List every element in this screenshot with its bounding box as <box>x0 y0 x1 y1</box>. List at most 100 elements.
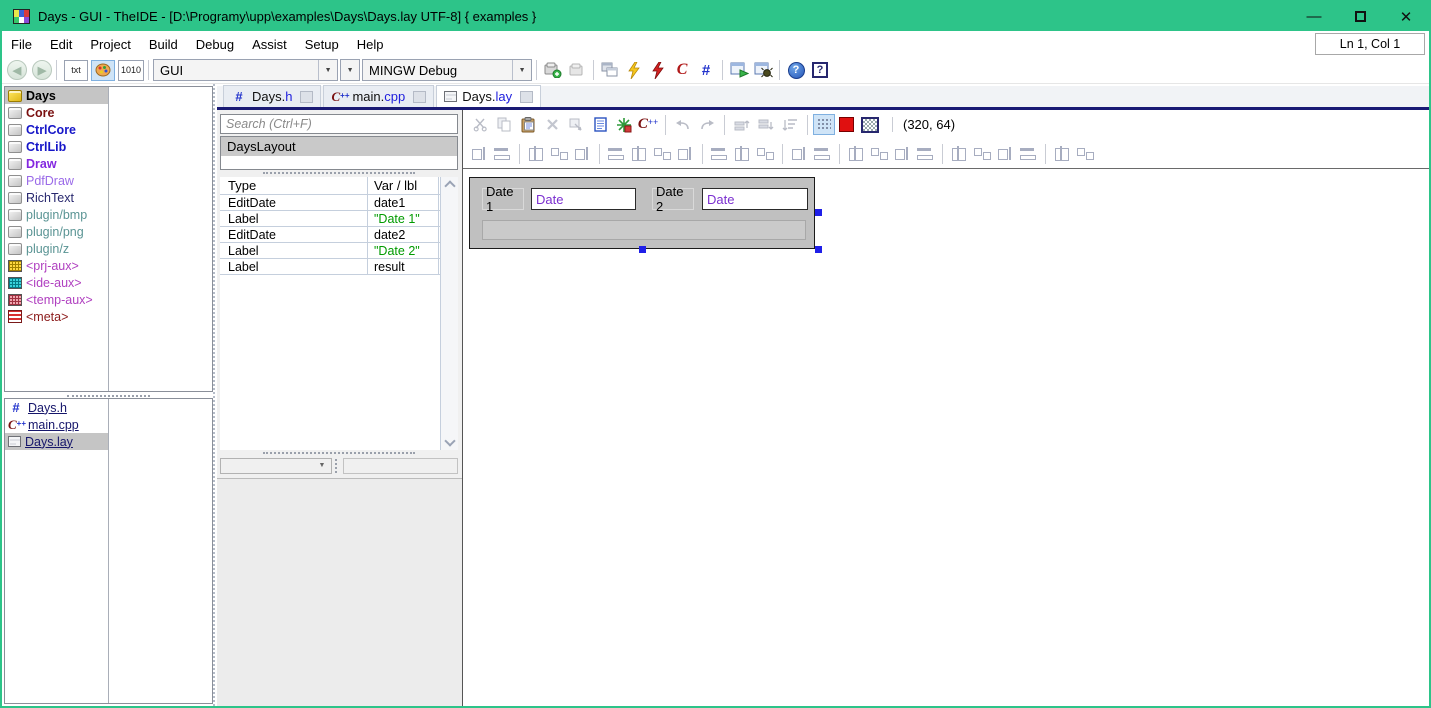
move-left-button[interactable] <box>468 144 491 164</box>
package-item[interactable]: <meta> <box>5 308 108 325</box>
menu-assist[interactable]: Assist <box>243 33 296 56</box>
menu-build[interactable]: Build <box>140 33 187 56</box>
designer-mode-button[interactable] <box>91 60 115 81</box>
sort-button[interactable] <box>778 114 802 136</box>
paste-button[interactable] <box>516 114 540 136</box>
package-item[interactable]: Core <box>5 104 108 121</box>
menu-file[interactable]: File <box>2 33 41 56</box>
column-type[interactable]: Type <box>220 177 368 194</box>
file-item[interactable]: main.cpp <box>5 416 108 433</box>
column-var-lbl[interactable]: Var / lbl <box>368 177 439 194</box>
date1-edit-field[interactable]: Date <box>531 188 636 210</box>
table-row[interactable]: Labelresult <box>220 259 458 275</box>
run-button[interactable] <box>727 59 751 81</box>
add-package-button[interactable] <box>541 59 565 81</box>
move-up-button[interactable] <box>730 114 754 136</box>
minimize-button[interactable]: — <box>1291 2 1337 31</box>
scroll-up-icon[interactable] <box>444 180 455 191</box>
package-item[interactable]: CtrlLib <box>5 138 108 155</box>
menu-debug[interactable]: Debug <box>187 33 243 56</box>
context-help-button[interactable]: ? <box>808 59 832 81</box>
package-button[interactable] <box>565 59 589 81</box>
same-height-button[interactable] <box>731 144 754 164</box>
h-space-equally-button[interactable] <box>845 144 868 164</box>
resize-handle-corner[interactable] <box>815 246 822 253</box>
chevron-down-icon[interactable]: ▼ <box>313 462 331 469</box>
build-method-combobox[interactable]: MINGW Debug ▼ <box>362 59 532 81</box>
same-width-button[interactable] <box>708 144 731 164</box>
center-vertically-button[interactable] <box>811 144 834 164</box>
tab-close-icon[interactable] <box>413 91 426 103</box>
align-h-centers-button[interactable] <box>548 144 571 164</box>
tab-main.cpp[interactable]: main.cpp <box>323 85 434 107</box>
text-mode-button[interactable]: txt <box>64 60 88 81</box>
property-combobox[interactable]: ▼ <box>220 458 332 474</box>
tab-days.h[interactable]: Days.h <box>223 85 321 107</box>
status-color-button[interactable] <box>839 117 854 132</box>
package-item[interactable]: PdfDraw <box>5 172 108 189</box>
layout-search-input[interactable]: Search (Ctrl+F) <box>220 114 458 134</box>
move-right-button[interactable] <box>491 144 514 164</box>
table-row[interactable]: EditDatedate1 <box>220 195 458 211</box>
hex-mode-button[interactable]: 1010 <box>118 60 144 81</box>
menu-project[interactable]: Project <box>81 33 139 56</box>
tab-days.lay[interactable]: Days.lay <box>436 85 541 107</box>
grid-distribute-button[interactable] <box>1051 144 1074 164</box>
resize-handle-right[interactable] <box>815 209 822 216</box>
export-project-button[interactable] <box>598 59 622 81</box>
layout-list-item[interactable]: DaysLayout <box>221 137 457 156</box>
copy-button[interactable] <box>492 114 516 136</box>
tab-close-icon[interactable] <box>520 91 533 103</box>
package-item[interactable]: <ide-aux> <box>5 274 108 291</box>
package-item[interactable]: RichText <box>5 189 108 206</box>
grid-center-button[interactable] <box>1074 144 1097 164</box>
layout-panel-splitter[interactable] <box>220 170 458 177</box>
widget-table-scrollbar[interactable] <box>440 177 458 450</box>
undo-button[interactable] <box>671 114 695 136</box>
test-layout-button[interactable] <box>612 114 636 136</box>
align-left-edges-button[interactable] <box>525 144 548 164</box>
package-item[interactable]: CtrlCore <box>5 121 108 138</box>
copy-layout-button[interactable] <box>588 114 612 136</box>
navigate-back-button[interactable]: ◀ <box>7 60 27 80</box>
result-label[interactable] <box>482 220 806 240</box>
compile-file-button[interactable]: C <box>670 59 694 81</box>
build-method-dropdown-button[interactable]: ▼ <box>340 59 360 81</box>
v-space-bottom-button[interactable] <box>994 144 1017 164</box>
v-space-remove-button[interactable] <box>1017 144 1040 164</box>
skin-preview-button[interactable] <box>861 117 879 133</box>
combo-row-splitter[interactable] <box>335 459 341 473</box>
help-button[interactable]: ? <box>784 59 808 81</box>
redo-button[interactable] <box>695 114 719 136</box>
package-item[interactable]: <prj-aux> <box>5 257 108 274</box>
package-item[interactable]: plugin/png <box>5 223 108 240</box>
grid-toggle-button[interactable] <box>813 114 835 135</box>
table-row[interactable]: Label"Date 2" <box>220 243 458 259</box>
h-space-right-button[interactable] <box>891 144 914 164</box>
h-space-remove-button[interactable] <box>914 144 937 164</box>
same-size-button[interactable] <box>754 144 777 164</box>
align-right-edges-button[interactable] <box>571 144 594 164</box>
rebuild-button[interactable] <box>646 59 670 81</box>
align-v-centers-button[interactable] <box>628 144 651 164</box>
main-config-combobox[interactable]: GUI ▼ <box>153 59 338 81</box>
delete-button[interactable] <box>540 114 564 136</box>
package-item[interactable]: plugin/bmp <box>5 206 108 223</box>
duplicate-button[interactable] <box>564 114 588 136</box>
label-align-button[interactable] <box>674 144 697 164</box>
date2-label[interactable]: Date 2 <box>652 188 694 210</box>
maximize-button[interactable] <box>1337 2 1383 31</box>
table-row[interactable]: EditDatedate2 <box>220 227 458 243</box>
package-item[interactable]: Days <box>5 87 108 104</box>
align-top-edges-button[interactable] <box>605 144 628 164</box>
preprocess-button[interactable]: # <box>694 59 718 81</box>
file-item[interactable]: Days.h <box>5 399 108 416</box>
package-item[interactable]: <temp-aux> <box>5 291 108 308</box>
package-item[interactable]: Draw <box>5 155 108 172</box>
property-value-field[interactable] <box>343 458 458 474</box>
v-space-equally-button[interactable] <box>948 144 971 164</box>
design-canvas[interactable]: Date 1 Date Date 2 Date <box>463 169 1429 706</box>
date2-edit-field[interactable]: Date <box>702 188 808 210</box>
v-space-top-button[interactable] <box>971 144 994 164</box>
date1-label[interactable]: Date 1 <box>482 188 524 210</box>
